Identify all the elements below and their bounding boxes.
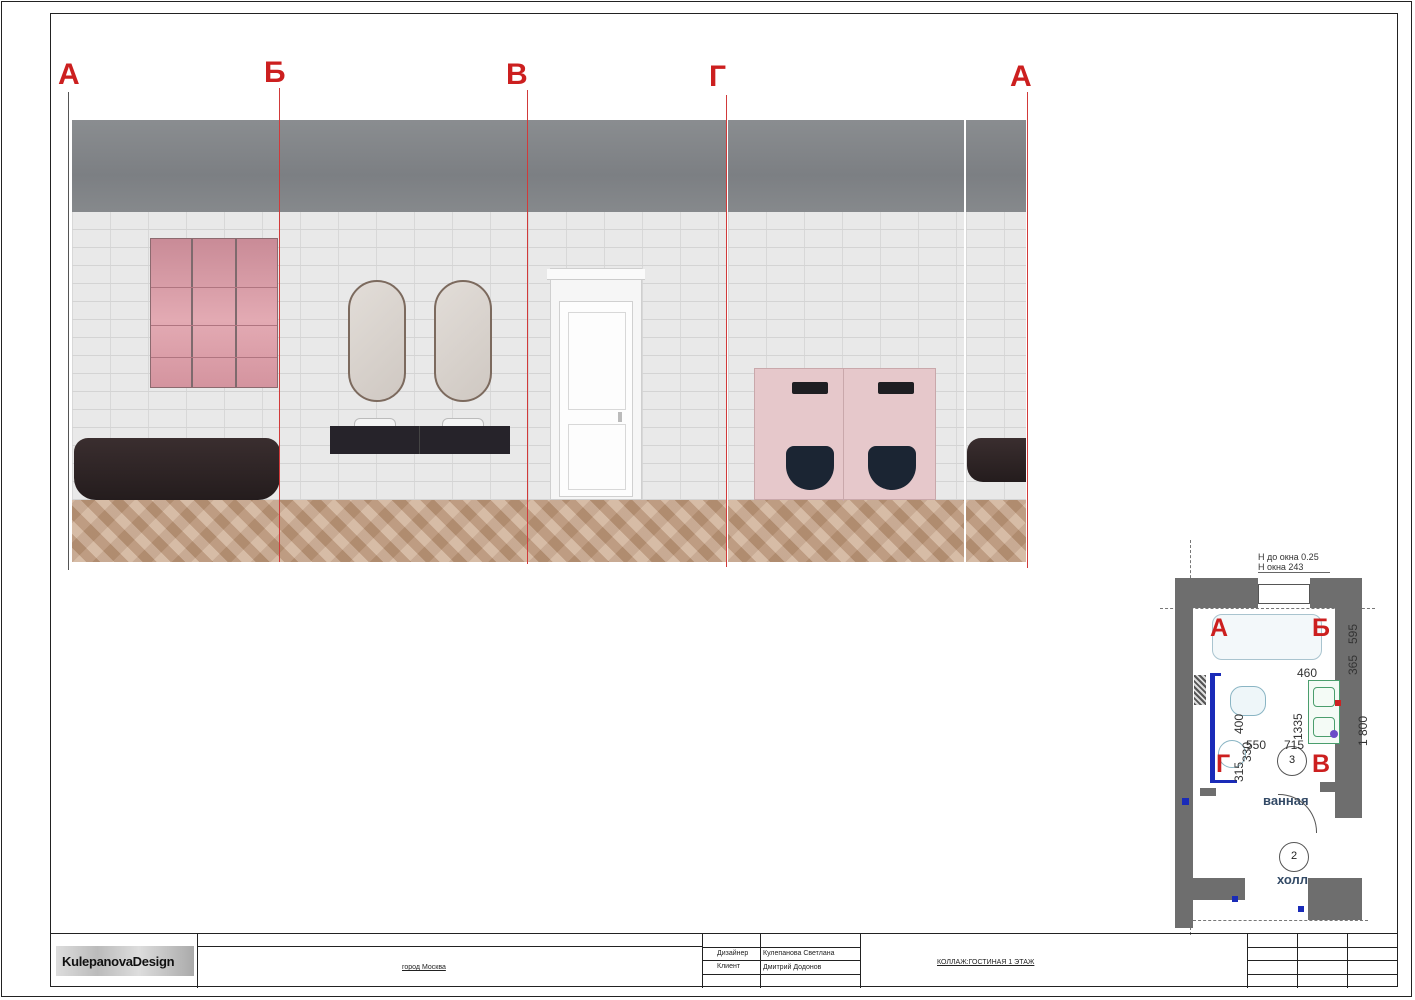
plan-label-v: В [1312,750,1331,778]
ceiling-strip-2 [728,120,964,212]
dim-330: 330 [1240,741,1254,762]
flush-button-left [792,382,828,394]
company-logo: KulepanovaDesign [56,946,194,976]
floor-plan-key: Н до окна 0.25 Н окна 243 3 2 ванная хол… [1160,540,1375,935]
room-number-2: 2 [1290,850,1298,862]
dim-595: 595 [1346,623,1360,644]
room-name-hall: холл [1277,872,1309,887]
herringbone-floor-3 [966,500,1026,562]
bathtub-partial [967,438,1026,482]
plan-label-b: Б [1312,614,1330,642]
herringbone-floor-1 [72,500,726,562]
plan-wall-top-right [1310,578,1335,608]
plan-label-g: Г [1216,750,1231,778]
roman-blind-window [150,238,278,388]
company-logo-text: KulepanovaDesign [62,954,175,969]
vanity-cabinet [330,426,510,454]
dim-715: 715 [1284,738,1305,752]
section-line-v [527,90,528,564]
plan-wall-top-left [1193,578,1258,608]
designer-label: Дизайнер [717,950,749,957]
window-height-note: Н до окна 0.25 [1258,552,1319,562]
section-label-v: В [506,58,528,91]
flush-button-right [878,382,914,394]
plan-wall-left [1175,578,1193,928]
door-leaf [559,301,633,497]
plan-hatched-wall [1194,675,1206,705]
section-line-a-right [1027,92,1028,568]
dim-460: 460 [1297,666,1318,680]
plan-label-a: А [1210,614,1229,642]
client-name: Дмитрий Додонов [763,964,822,971]
plan-wall-stub-right [1320,782,1340,792]
plan-door-swing [1278,794,1317,833]
dim-1800: 1 800 [1356,715,1370,746]
city-label: город Москва [402,964,446,971]
plan-toilet [1230,686,1266,716]
plan-wall-bottom-right [1308,878,1362,920]
designer-name: Кулепанова Светлана [763,950,835,957]
dim-1335: 1335 [1291,713,1305,740]
dim-315: 315 [1232,761,1246,782]
ceiling-strip-3 [966,120,1026,212]
title-block: KulepanovaDesign город Москва Дизайнер К… [50,933,1398,988]
sheet-title: КОЛЛАЖ:ГОСТИНАЯ 1 ЭТАЖ [937,959,1035,966]
plan-bathtub [1212,614,1322,660]
section-label-a-left: А [58,58,80,91]
dim-365: 365 [1346,654,1360,675]
client-label: Клиент [717,963,741,970]
dim-400: 400 [1232,713,1246,734]
section-line-b [279,88,280,562]
section-line-g [726,95,727,567]
window-size-note: Н окна 243 [1258,562,1304,572]
section-label-g: Г [709,60,727,93]
door-portal [547,268,645,500]
wall-elevation-collage [70,120,1028,562]
section-line-a-left [68,92,69,570]
plan-blue-partition [1210,673,1215,783]
section-label-a-right: А [1010,60,1032,93]
room-marker-2: 2 [1279,842,1309,872]
room-number-3: 3 [1288,754,1296,766]
plan-wall-stub-left [1200,788,1216,796]
oval-mirror-right [434,280,492,402]
ceiling-strip-1 [72,120,726,212]
bathtub [74,438,280,500]
herringbone-floor-2 [728,500,964,562]
oval-mirror-left [348,280,406,402]
plan-window [1258,584,1310,604]
section-label-b: Б [264,56,286,89]
